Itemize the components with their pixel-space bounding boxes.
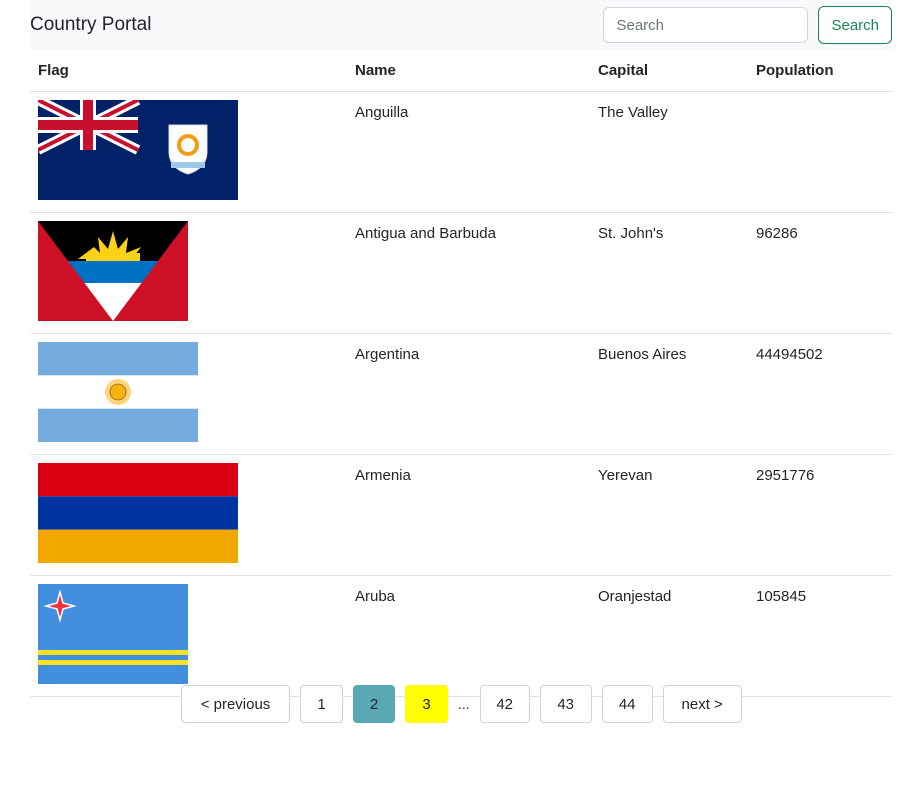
previous-page-button[interactable]: < previous [181, 685, 290, 723]
antigua-and-barbuda-flag [38, 221, 188, 321]
page-button-43[interactable]: 43 [539, 685, 592, 723]
page-container: Country Portal Search Flag Name Capital … [30, 0, 892, 697]
flag-cell [30, 91, 347, 213]
country-capital: Yerevan [590, 454, 748, 576]
table-row: Antigua and Barbuda St. John's 96286 [30, 212, 892, 334]
column-header-flag: Flag [30, 50, 347, 92]
country-population: 2951776 [748, 454, 892, 576]
country-name: Armenia [347, 454, 590, 576]
country-capital: St. John's [590, 212, 748, 334]
flag-cell [30, 575, 347, 697]
country-name: Anguilla [347, 91, 590, 213]
anguilla-flag [38, 100, 238, 200]
page-button-2-active[interactable]: 2 [353, 685, 395, 723]
flag-cell [30, 454, 347, 576]
country-population [748, 91, 892, 213]
table-row: Argentina Buenos Aires 44494502 [30, 333, 892, 455]
search-input[interactable] [603, 7, 809, 43]
country-capital: Oranjestad [590, 575, 748, 697]
next-page-button[interactable]: next > [662, 685, 742, 723]
argentina-flag [38, 342, 198, 442]
country-name: Aruba [347, 575, 590, 697]
country-population: 96286 [748, 212, 892, 334]
table-row: Armenia Yerevan 2951776 [30, 454, 892, 576]
flag-cell [30, 212, 347, 334]
pagination: < previous 1 2 3 ... 42 43 44 next > [181, 685, 742, 723]
pagination-ellipsis: ... [458, 696, 470, 712]
country-capital: Buenos Aires [590, 333, 748, 455]
flag-cell [30, 333, 347, 455]
table-row: Anguilla The Valley [30, 91, 892, 213]
brand-title[interactable]: Country Portal [30, 14, 151, 36]
country-name: Argentina [347, 333, 590, 455]
search-form: Search [603, 6, 892, 44]
aruba-flag [38, 584, 188, 684]
column-header-capital: Capital [590, 50, 748, 92]
column-header-population: Population [748, 50, 892, 92]
country-population: 105845 [748, 575, 892, 697]
table-row: Aruba Oranjestad 105845 [30, 575, 892, 697]
page-button-44[interactable]: 44 [601, 685, 653, 723]
page-button-1[interactable]: 1 [300, 685, 343, 723]
country-population: 44494502 [748, 333, 892, 455]
navbar: Country Portal Search [30, 0, 892, 50]
search-button[interactable]: Search [818, 6, 892, 44]
armenia-flag [38, 463, 238, 563]
countries-table: Flag Name Capital Population Anguilla Th… [30, 50, 892, 697]
country-name: Antigua and Barbuda [347, 212, 590, 334]
country-capital: The Valley [590, 91, 748, 213]
column-header-name: Name [347, 50, 590, 92]
table-header-row: Flag Name Capital Population [30, 50, 892, 92]
page-button-42[interactable]: 42 [479, 685, 530, 723]
page-button-3-highlighted[interactable]: 3 [405, 685, 448, 723]
